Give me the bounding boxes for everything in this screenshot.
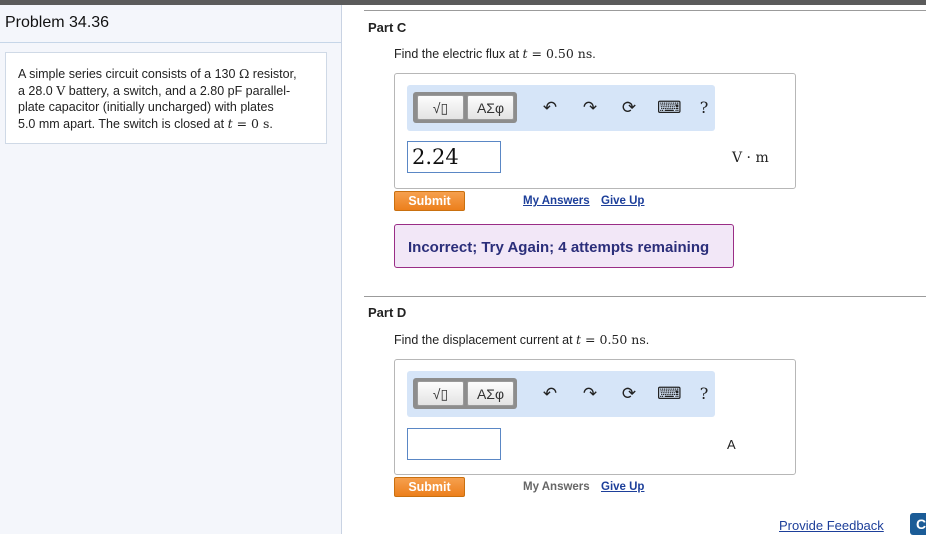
continue-button[interactable]: C [910,513,926,535]
part-d-submit-button[interactable]: Submit [394,477,465,497]
part-d-title: Part D [368,305,407,320]
part-c-my-answers-link[interactable]: My Answers [523,195,590,207]
part-d-answer-panel: √▯ ΑΣφ ↶ ↷ ⟳ ⌨ ? A [394,359,796,475]
part-c-title: Part C [368,20,407,35]
greek-symbols-button[interactable]: ΑΣφ [467,381,514,406]
template-button-group: √▯ ΑΣφ [413,92,517,123]
keyboard-icon[interactable]: ⌨ [657,97,682,119]
part-d-give-up-link[interactable]: Give Up [601,481,644,493]
part-c-answer-input[interactable]: 2.24 [407,141,501,173]
part-c-divider [364,10,926,11]
part-c-question: Find the electric flux at t = 0.50 ns. [394,46,596,61]
part-c-feedback-message: Incorrect; Try Again; 4 attempts remaini… [408,239,710,256]
redo-icon[interactable]: ↷ [579,383,601,405]
problem-description: A simple series circuit consists of a 13… [18,66,297,131]
zero-time: 0 s [251,115,270,131]
part-d-answer-input[interactable] [407,428,501,460]
reset-icon[interactable]: ⟳ [618,383,640,405]
undo-icon[interactable]: ↶ [539,97,561,119]
part-c-give-up-link[interactable]: Give Up [601,195,644,207]
keyboard-icon[interactable]: ⌨ [657,383,682,405]
problem-title: Problem 34.36 [5,14,110,31]
redo-icon[interactable]: ↷ [579,97,601,119]
part-d-my-answers-link[interactable]: My Answers [523,481,590,493]
sqrt-template-button[interactable]: √▯ [417,95,464,120]
part-d-math-toolbar: √▯ ΑΣφ ↶ ↷ ⟳ ⌨ ? [407,371,715,417]
part-c-math-toolbar: √▯ ΑΣφ ↶ ↷ ⟳ ⌨ ? [407,85,715,131]
problem-description-box: A simple series circuit consists of a 13… [5,52,327,144]
part-c-answer-panel: √▯ ΑΣφ ↶ ↷ ⟳ ⌨ ? 2.24 V · m [394,73,796,189]
part-c-unit: V · m [732,150,769,166]
ohm-symbol: Ω [238,66,250,81]
sqrt-template-button[interactable]: √▯ [417,381,464,406]
part-c-feedback-box: Incorrect; Try Again; 4 attempts remaini… [394,224,734,268]
title-divider [0,42,341,43]
greek-symbols-button[interactable]: ΑΣφ [467,95,514,120]
template-button-group: √▯ ΑΣφ [413,378,517,409]
help-icon[interactable]: ? [693,97,715,119]
undo-icon[interactable]: ↶ [539,383,561,405]
part-d-divider [364,296,926,297]
part-c-submit-button[interactable]: Submit [394,191,465,211]
volt-symbol: V [56,82,66,98]
part-d-unit: A [727,437,736,452]
part-d-question: Find the displacement current at t = 0.5… [394,332,650,347]
reset-icon[interactable]: ⟳ [618,97,640,119]
provide-feedback-link[interactable]: Provide Feedback [779,518,884,533]
help-icon[interactable]: ? [693,383,715,405]
